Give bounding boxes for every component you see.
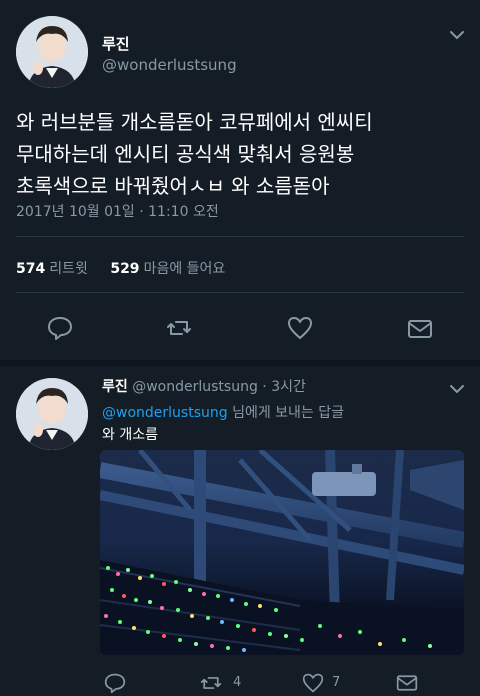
chevron-down-icon[interactable] <box>448 380 466 398</box>
tweet-stats: 574 리트윗 529 마음에 들어요 <box>16 258 243 278</box>
tweet-text-line: 와 러브분들 개소름돋아 코뮤페에서 엔씨티 <box>16 110 373 134</box>
retweet-icon[interactable] <box>166 315 192 341</box>
retweet-count[interactable]: 574 <box>16 261 45 277</box>
divider <box>16 292 464 293</box>
dm-icon[interactable] <box>396 672 418 694</box>
retweet-count[interactable]: 4 <box>233 675 241 690</box>
retweet-icon[interactable] <box>200 672 222 694</box>
tweet-text: 와 러브분들 개소름돋아 코뮤페에서 엔씨티 무대하는데 엔시티 공식색 맞춰서… <box>16 106 464 202</box>
heart-icon[interactable] <box>287 315 313 341</box>
reply-header: 루진 @wonderlustsung · 3시간 <box>102 376 306 396</box>
reply-text: 와 개소름 <box>102 427 158 443</box>
reply-icon[interactable] <box>104 672 126 694</box>
heart-icon[interactable] <box>302 672 324 694</box>
user-handle[interactable]: @wonderlustsung <box>102 56 237 74</box>
like-count[interactable]: 7 <box>332 675 340 690</box>
retweet-label[interactable]: 리트윗 <box>49 261 88 277</box>
tweet-text-line: 무대하는데 엔시티 공식색 맞춰서 응원봉 <box>16 142 355 166</box>
replying-to: @wonderlustsung 님에게 보내는 답글 <box>102 402 344 422</box>
display-name[interactable]: 루진 <box>102 33 130 54</box>
reply-icon[interactable] <box>47 315 73 341</box>
tweet-photo[interactable] <box>100 450 464 655</box>
avatar[interactable] <box>16 378 88 450</box>
avatar[interactable] <box>16 16 88 88</box>
replying-to-suffix: 님에게 보내는 답글 <box>232 405 345 421</box>
reply-time: · 3시간 <box>262 379 306 395</box>
display-name[interactable]: 루진 <box>102 379 128 395</box>
tweet-text-line: 초록색으로 바꿔줬어ㅅㅂ 와 소름돋아 <box>16 174 330 198</box>
replying-to-link[interactable]: @wonderlustsung <box>102 405 228 421</box>
like-count[interactable]: 529 <box>110 261 139 277</box>
divider <box>0 360 480 366</box>
divider <box>16 236 464 237</box>
dm-icon[interactable] <box>407 316 433 342</box>
user-handle[interactable]: @wonderlustsung <box>132 379 258 395</box>
chevron-down-icon[interactable] <box>448 26 466 44</box>
like-label[interactable]: 마음에 들어요 <box>144 261 226 277</box>
tweet-timestamp[interactable]: 2017년 10월 01일 · 11:10 오전 <box>16 201 219 221</box>
